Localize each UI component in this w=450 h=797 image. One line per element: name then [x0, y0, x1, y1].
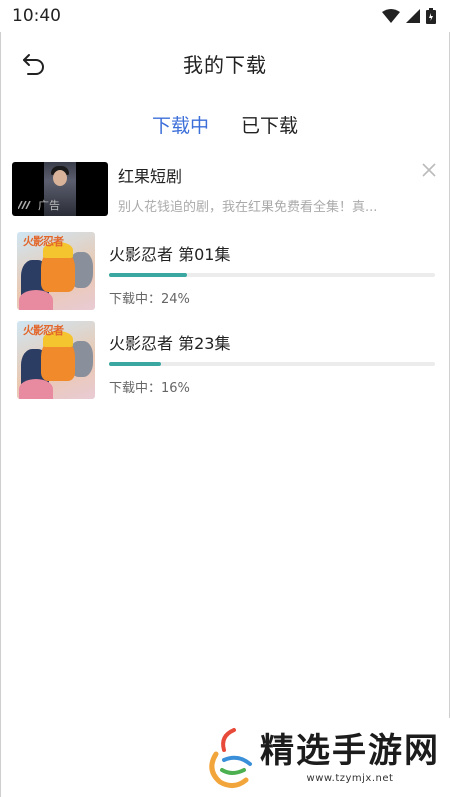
watermark-url: www.tzymjx.net — [306, 773, 394, 784]
close-icon[interactable] — [421, 162, 437, 178]
tab-downloaded[interactable]: 已下载 — [241, 111, 298, 138]
episode-title: 火影忍者 第01集 — [109, 245, 231, 264]
download-status: 下载中：16% — [109, 381, 190, 396]
episode-title: 火影忍者 第23集 — [109, 334, 231, 353]
watermark-brand: 精选手游网 — [260, 731, 440, 771]
episode-cover: 火影忍者 — [17, 321, 95, 399]
cover-title: 火影忍者 — [23, 235, 64, 248]
status-time: 10:40 — [12, 6, 61, 26]
progress-fill — [109, 273, 188, 277]
wifi-icon — [382, 9, 400, 23]
download-list: 火影忍者 火影忍者 第01集 下载中：24% 火影忍者 火影忍者 第23集 下载… — [1, 232, 449, 410]
ad-text: 红果短剧 别人花钱追的剧，我在红果免费看全集！真... — [118, 162, 418, 216]
tab-downloading[interactable]: 下载中 — [152, 111, 209, 138]
watermark: 精选手游网 www.tzymjx.net — [200, 718, 450, 797]
watermark-text: 精选手游网 www.tzymjx.net — [260, 731, 440, 784]
battery-icon — [426, 8, 436, 24]
status-icons — [382, 8, 436, 24]
ad-thumbnail: 广告 — [12, 162, 108, 216]
download-info: 火影忍者 第01集 下载中：24% — [109, 241, 435, 321]
download-info: 火影忍者 第23集 下载中：16% — [109, 330, 435, 410]
progress-bar — [109, 273, 435, 277]
download-status: 下载中：24% — [109, 292, 190, 307]
ad-title: 红果短剧 — [118, 167, 183, 186]
episode-cover: 火影忍者 — [17, 232, 95, 310]
download-item[interactable]: 火影忍者 火影忍者 第01集 下载中：24% — [1, 232, 449, 321]
cover-title: 火影忍者 — [23, 324, 64, 337]
ad-description: 别人花钱追的剧，我在红果免费看全集！真... — [118, 200, 378, 215]
tab-bar: 下载中 已下载 — [1, 109, 449, 139]
back-arrow-icon[interactable] — [21, 51, 47, 77]
page-title: 我的下载 — [183, 52, 267, 77]
ad-logo-icon — [18, 201, 31, 209]
download-item[interactable]: 火影忍者 火影忍者 第23集 下载中：16% — [1, 321, 449, 410]
header: 我的下载 — [1, 32, 449, 94]
ad-badge: 广告 — [18, 197, 60, 213]
site-logo-icon — [209, 727, 252, 788]
app-screen: 我的下载 下载中 已下载 广告 红果短剧 别人花钱追的剧，我在红果免费看全集！真… — [0, 32, 450, 797]
signal-icon — [406, 9, 420, 23]
progress-fill — [109, 362, 162, 366]
progress-bar — [109, 362, 435, 366]
status-bar: 10:40 — [0, 0, 450, 32]
ad-banner[interactable]: 广告 红果短剧 别人花钱追的剧，我在红果免费看全集！真... — [1, 162, 449, 216]
